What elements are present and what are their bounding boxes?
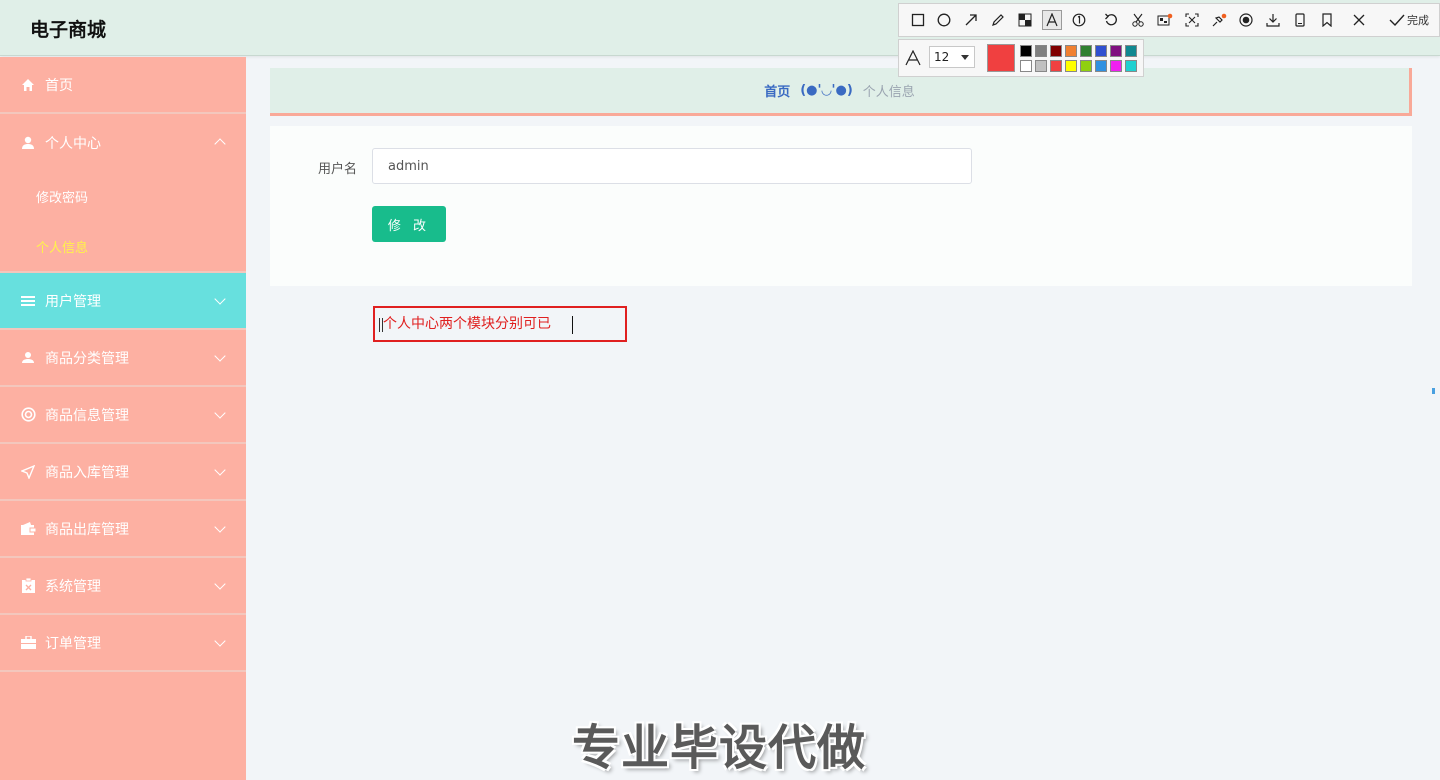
username-input[interactable] [372, 148, 972, 184]
sidebar-item-stock-in-management[interactable]: 商品入库管理 [0, 444, 246, 501]
color-swatch[interactable] [1080, 45, 1092, 57]
font-icon [905, 49, 921, 70]
arrow-icon[interactable] [961, 10, 981, 30]
pencil-icon[interactable] [988, 10, 1008, 30]
username-label: 用户名 [318, 162, 358, 177]
color-swatch[interactable] [1050, 45, 1062, 57]
sidebar: 首页 个人中心 修改密码 个人信息 用户管理 商品分类管理 商品信息管理 商品入… [0, 57, 246, 780]
mosaic-icon[interactable] [1015, 10, 1035, 30]
chevron-down-icon [214, 521, 226, 533]
sidebar-group-personal-center: 个人中心 修改密码 个人信息 [0, 114, 246, 273]
lifebuoy-icon [20, 407, 36, 423]
annotation-text: 个人中心两个模块分别可已 [383, 316, 551, 332]
color-swatch[interactable] [1020, 60, 1032, 72]
color-swatch[interactable] [1095, 60, 1107, 72]
sidebar-item-label: 订单管理 [45, 635, 101, 652]
bookmark-icon[interactable] [1317, 10, 1337, 30]
sidebar-item-label: 商品出库管理 [45, 521, 129, 538]
sidebar-item-product-info-management[interactable]: 商品信息管理 [0, 387, 246, 444]
personal-info-form: 用户名 修 改 [270, 126, 1412, 286]
sidebar-item-category-management[interactable]: 商品分类管理 [0, 330, 246, 387]
check-icon [1389, 14, 1405, 26]
annotation-text-box[interactable]: 个人中心两个模块分别可已 [373, 306, 627, 342]
chevron-up-icon [214, 138, 226, 150]
scroll-edge-marker [1432, 388, 1435, 394]
color-swatch[interactable] [1050, 60, 1062, 72]
text-cursor-icon [379, 318, 383, 332]
current-color-swatch[interactable] [987, 44, 1015, 72]
ellipse-icon[interactable] [934, 10, 954, 30]
sidebar-subitem-personal-info[interactable]: 个人信息 [0, 221, 246, 271]
number-icon[interactable] [1069, 10, 1089, 30]
color-swatch[interactable] [1080, 60, 1092, 72]
chevron-down-icon [214, 635, 226, 647]
sidebar-item-label: 商品入库管理 [45, 464, 129, 481]
download-icon[interactable] [1263, 10, 1283, 30]
watermark-text: 专业毕设代做 [572, 720, 867, 776]
sidebar-item-personal-center[interactable]: 个人中心 [0, 114, 246, 171]
color-swatch[interactable] [1125, 45, 1137, 57]
chevron-down-icon [214, 407, 226, 419]
sidebar-item-label: 商品信息管理 [45, 407, 129, 424]
chevron-down-icon [214, 578, 226, 590]
sidebar-item-user-management[interactable]: 用户管理 [0, 273, 246, 330]
phone-icon[interactable] [1290, 10, 1310, 30]
breadcrumb-current: 个人信息 [862, 85, 915, 100]
color-swatch[interactable] [1110, 45, 1122, 57]
color-swatch[interactable] [1065, 45, 1077, 57]
rectangle-icon[interactable] [908, 10, 928, 30]
color-swatch[interactable] [1035, 45, 1047, 57]
toolbar-tools-row: 完成 [898, 3, 1440, 37]
list-icon [20, 293, 36, 309]
sidebar-item-home[interactable]: 首页 [0, 57, 246, 114]
screenshot-toolbar: 完成 12 [898, 3, 1440, 77]
sidebar-item-stock-out-management[interactable]: 商品出库管理 [0, 501, 246, 558]
person-icon [20, 350, 36, 366]
scan-icon[interactable] [1182, 10, 1202, 30]
undo-icon[interactable] [1101, 10, 1121, 30]
user-icon [20, 135, 36, 151]
text-icon[interactable] [1042, 10, 1062, 30]
clipboard-icon [20, 578, 36, 594]
sidebar-item-label: 用户管理 [45, 293, 101, 310]
breadcrumb-separator: (●'◡'●) [800, 83, 853, 98]
close-icon[interactable] [1349, 10, 1369, 30]
briefcase-icon [20, 635, 36, 651]
ocr-icon[interactable] [1155, 10, 1175, 30]
color-swatch[interactable] [1035, 60, 1047, 72]
sidebar-item-system-management[interactable]: 系统管理 [0, 558, 246, 615]
chevron-down-icon [214, 464, 226, 476]
modify-button[interactable]: 修 改 [372, 206, 446, 242]
font-size-select[interactable]: 12 [929, 46, 975, 68]
text-caret [572, 316, 573, 334]
sidebar-subitem-change-password[interactable]: 修改密码 [0, 171, 246, 221]
color-swatch[interactable] [1095, 45, 1107, 57]
wallet-icon [20, 521, 36, 537]
color-swatch[interactable] [1125, 60, 1137, 72]
sidebar-item-order-management[interactable]: 订单管理 [0, 615, 246, 672]
breadcrumb-home[interactable]: 首页 [764, 81, 790, 100]
cut-icon[interactable] [1128, 10, 1148, 30]
sidebar-item-label: 首页 [45, 77, 73, 94]
sidebar-item-label: 商品分类管理 [45, 350, 129, 367]
done-button[interactable]: 完成 [1389, 12, 1429, 28]
color-swatch[interactable] [1110, 60, 1122, 72]
brand-title: 电子商城 [30, 19, 107, 41]
breadcrumb: 首页 (●'◡'●) 个人信息 [270, 68, 1412, 116]
color-swatch[interactable] [1065, 60, 1077, 72]
pin-icon[interactable] [1209, 10, 1229, 30]
sidebar-item-label: 系统管理 [45, 578, 101, 595]
chevron-down-icon [214, 350, 226, 362]
chevron-down-icon [214, 293, 226, 305]
sidebar-item-label: 个人中心 [45, 135, 101, 152]
done-label: 完成 [1407, 14, 1429, 27]
toolbar-style-row: 12 [898, 39, 1144, 77]
color-swatch[interactable] [1020, 45, 1032, 57]
send-icon [20, 464, 36, 480]
record-icon[interactable] [1236, 10, 1256, 30]
home-icon [20, 77, 36, 93]
